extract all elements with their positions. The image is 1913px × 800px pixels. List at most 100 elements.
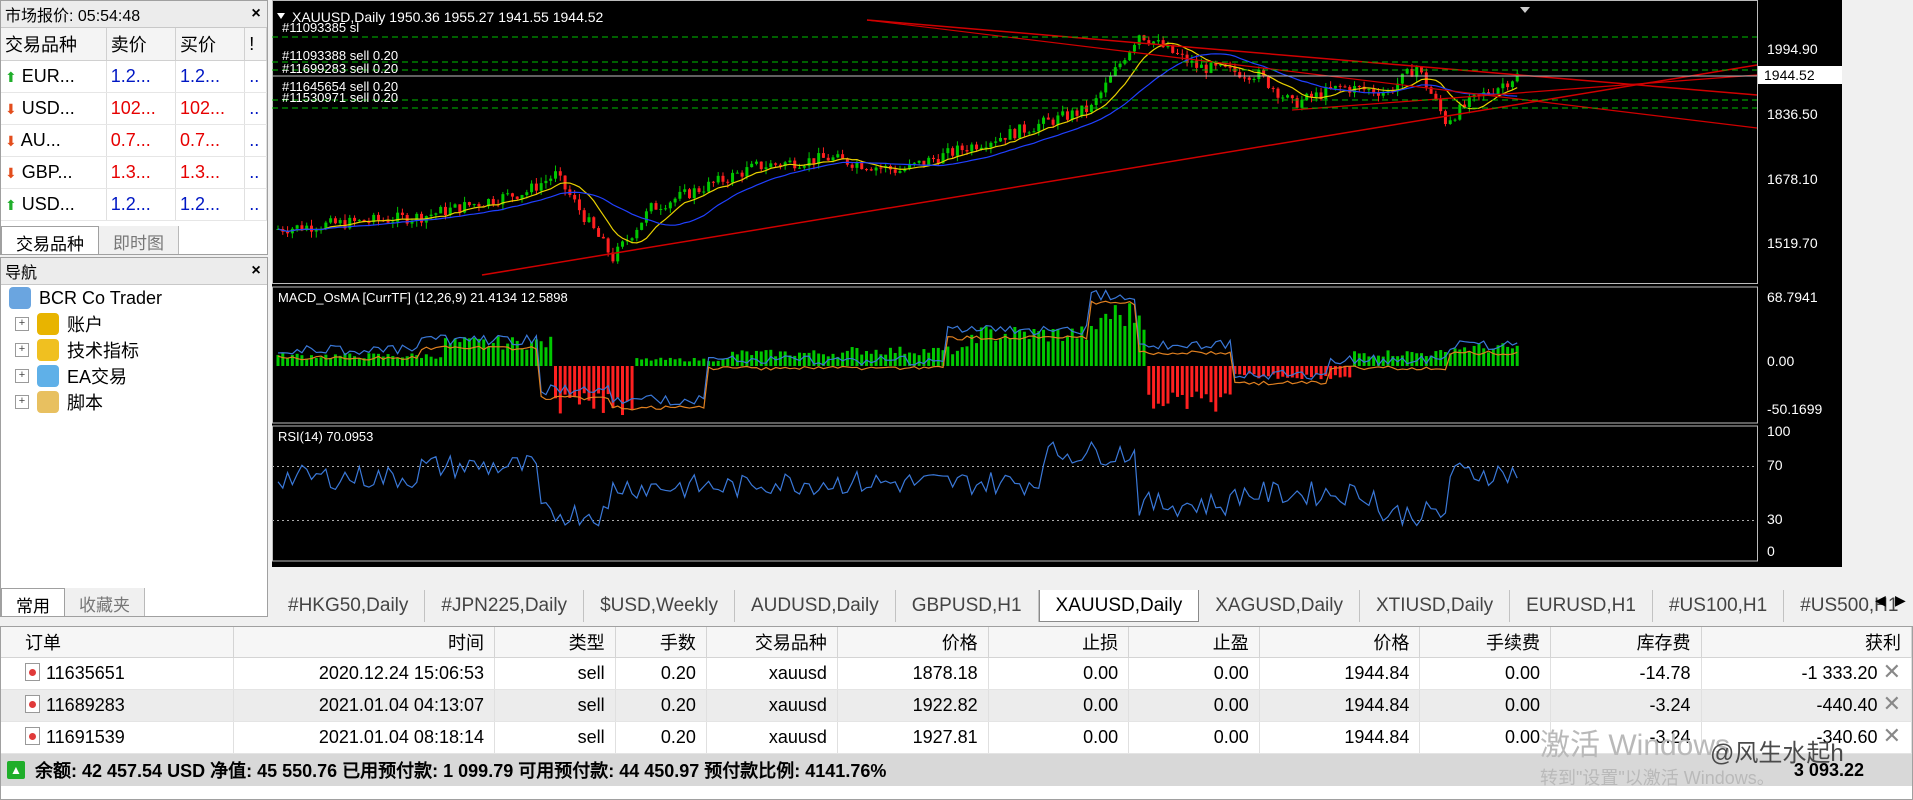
macd-histogram-bar xyxy=(487,346,491,366)
navigator-item-experts[interactable]: + EA交易 xyxy=(1,363,267,389)
macd-histogram-bar xyxy=(673,359,677,366)
symbol-cell[interactable]: ⬇ USD... xyxy=(1,92,107,125)
order-row[interactable]: 11689283 2021.01.04 04:13:07 sell 0.20 xauus… xyxy=(1,689,1913,722)
symbol-cell[interactable]: ⬇ GBP... xyxy=(1,156,107,189)
symbol-cell[interactable]: ⬆ EUR... xyxy=(1,60,107,93)
macd-histogram-bar xyxy=(750,355,754,366)
col-header[interactable]: 类型 xyxy=(494,627,616,658)
symbol-cell[interactable]: ⬇ AU... xyxy=(1,124,107,157)
order-id: 11691539 xyxy=(46,727,125,747)
chart-canvas[interactable]: XAUUSD,Daily 1950.36 1955.27 1941.55 194… xyxy=(272,0,1842,567)
candle-body xyxy=(998,137,1002,142)
chart-tab[interactable]: XTIUSD,Daily xyxy=(1360,590,1511,622)
macd-histogram-bar xyxy=(865,351,869,366)
col-header[interactable]: 止损 xyxy=(988,627,1130,658)
symbol-cell[interactable]: ⬆ USD... xyxy=(1,188,107,221)
candle-body xyxy=(1357,86,1361,88)
macd-histogram-bar xyxy=(745,351,749,366)
chart-tab[interactable]: #JPN225,Daily xyxy=(425,590,585,622)
chart-tab[interactable]: #US500,H1 xyxy=(1784,590,1913,622)
col-header[interactable]: 订单 xyxy=(1,627,235,658)
chart-tab[interactable]: #HKG50,Daily xyxy=(272,590,426,622)
chart-tab[interactable]: EURUSD,H1 xyxy=(1510,590,1653,622)
scroll-right-icon[interactable]: ▶ xyxy=(1895,592,1906,609)
sell-order-label: #11530971 sell 0.20 xyxy=(282,90,398,105)
col-bid[interactable]: 卖价 xyxy=(106,28,176,61)
candle-body xyxy=(601,236,605,239)
close-order-icon[interactable]: ✕ xyxy=(1883,723,1901,748)
macd-histogram-bar xyxy=(989,329,993,366)
candle-body xyxy=(443,206,447,216)
col-header[interactable]: 价格 xyxy=(1259,627,1421,658)
macd-histogram-bar xyxy=(975,343,979,366)
chart-tab[interactable]: GBPUSD,H1 xyxy=(896,590,1039,622)
candle-body xyxy=(429,214,433,217)
col-header[interactable]: 时间 xyxy=(233,627,495,658)
candle-body xyxy=(869,169,873,171)
close-icon[interactable]: × xyxy=(245,5,267,23)
chart-tab[interactable]: AUDUSD,Daily xyxy=(735,590,896,622)
price-chart[interactable]: XAUUSD,Daily 1950.36 1955.27 1941.55 194… xyxy=(272,0,1842,567)
tab-favorites[interactable]: 收藏夹 xyxy=(65,588,145,616)
market-watch-row[interactable]: ⬇ USD... 102... 102..... xyxy=(1,92,267,125)
expand-icon[interactable]: + xyxy=(15,369,29,383)
candle-body xyxy=(415,213,419,221)
chart-tab[interactable]: #US100,H1 xyxy=(1653,590,1785,622)
market-watch-row[interactable]: ⬆ EUR... 1.2... 1.2..... xyxy=(1,60,267,93)
market-watch-row[interactable]: ⬆ USD... 1.2... 1.2..... xyxy=(1,188,267,221)
order-cell: sell xyxy=(494,689,616,722)
chart-tab[interactable]: XAUUSD,Daily xyxy=(1038,590,1200,622)
col-header[interactable]: 价格 xyxy=(837,627,989,658)
col-header[interactable]: 止盈 xyxy=(1128,627,1260,658)
tab-symbols[interactable]: 交易品种 xyxy=(1,226,99,254)
col-header[interactable]: 库存费 xyxy=(1550,627,1702,658)
expand-icon[interactable]: + xyxy=(15,317,29,331)
macd-histogram-bar xyxy=(1453,348,1457,366)
col-header[interactable]: 手续费 xyxy=(1419,627,1552,658)
order-row[interactable]: 11635651 2020.12.24 15:06:53 sell 0.20 xauus… xyxy=(1,657,1913,690)
expand-icon[interactable]: + xyxy=(15,343,29,357)
market-watch-row[interactable]: ⬇ GBP... 1.3... 1.3..... xyxy=(1,156,267,189)
order-cell: 1944.84 xyxy=(1259,689,1421,722)
macd-histogram-bar xyxy=(314,357,318,366)
macd-histogram-bar xyxy=(1180,366,1184,395)
macd-histogram-bar xyxy=(582,366,586,394)
macd-histogram-bar xyxy=(434,358,438,366)
scroll-left-icon[interactable]: ◀ xyxy=(1875,592,1886,609)
tab-common[interactable]: 常用 xyxy=(1,588,65,616)
order-cell: 1878.18 xyxy=(837,657,989,690)
close-order-icon[interactable]: ✕ xyxy=(1883,691,1901,716)
candle-body xyxy=(357,219,361,221)
macd-histogram-bar xyxy=(1362,353,1366,366)
order-label: #11093385 sl xyxy=(282,20,359,35)
close-order-icon[interactable]: ✕ xyxy=(1883,659,1901,684)
candle-body xyxy=(831,157,835,161)
close-icon[interactable]: × xyxy=(245,262,267,280)
navigator-title: 导航 xyxy=(5,265,38,282)
arrow-down-icon: ⬇ xyxy=(5,133,17,149)
expand-icon[interactable]: + xyxy=(15,395,29,409)
col-extra[interactable]: ! xyxy=(244,28,267,61)
chart-tab[interactable]: $USD,Weekly xyxy=(584,590,735,622)
candle-body xyxy=(716,175,720,183)
navigator-item-accounts[interactable]: + 账户 xyxy=(1,311,267,337)
market-watch-row[interactable]: ⬇ AU... 0.7... 0.7..... xyxy=(1,124,267,157)
candle-body xyxy=(692,188,696,199)
macd-histogram-bar xyxy=(1099,317,1103,366)
navigator-item-indicators[interactable]: + 技术指标 xyxy=(1,337,267,363)
col-header[interactable]: 手数 xyxy=(615,627,707,658)
arrow-down-icon: ⬇ xyxy=(5,101,17,117)
tab-tick-chart[interactable]: 即时图 xyxy=(99,226,179,254)
candle-body xyxy=(554,171,558,179)
navigator-root[interactable]: BCR Co Trader xyxy=(1,285,267,311)
col-header[interactable]: 交易品种 xyxy=(706,627,838,658)
candle-body xyxy=(774,163,778,165)
chart-tab[interactable]: XAGUSD,Daily xyxy=(1199,590,1360,622)
col-header[interactable]: 获利 xyxy=(1701,627,1913,658)
candle-body xyxy=(333,218,337,224)
macd-histogram-bar xyxy=(1343,366,1347,377)
col-ask[interactable]: 买价 xyxy=(175,28,246,61)
candle-body xyxy=(841,154,845,159)
navigator-item-scripts[interactable]: + 脚本 xyxy=(1,389,267,415)
col-symbol[interactable]: 交易品种 xyxy=(1,28,107,61)
